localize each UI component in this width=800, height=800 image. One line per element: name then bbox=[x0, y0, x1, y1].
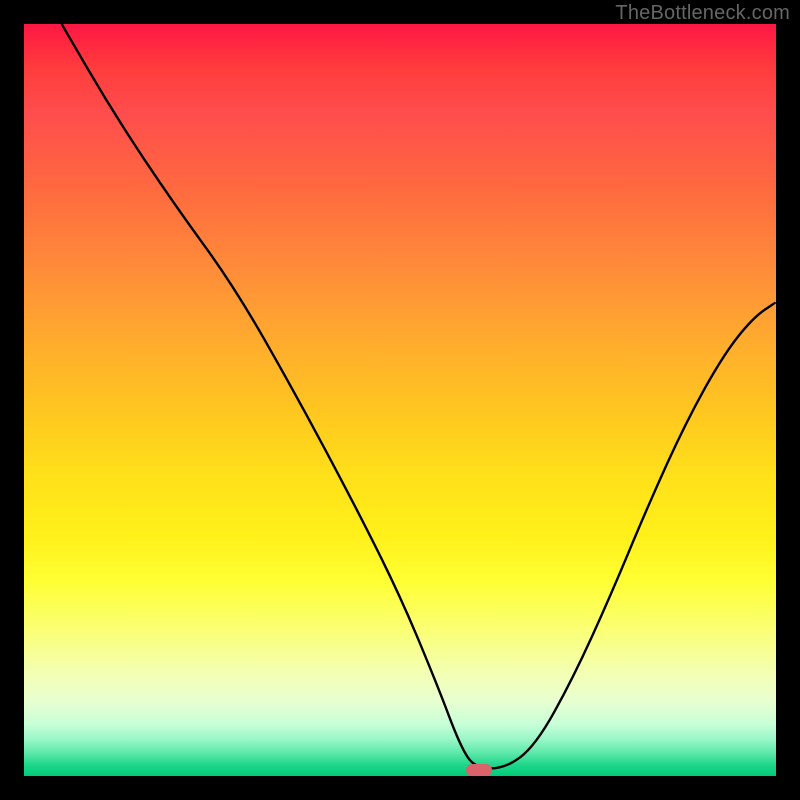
curve-path bbox=[62, 24, 776, 769]
watermark-text: TheBottleneck.com bbox=[615, 2, 790, 25]
optimal-marker bbox=[466, 764, 492, 776]
bottleneck-curve bbox=[24, 24, 776, 776]
